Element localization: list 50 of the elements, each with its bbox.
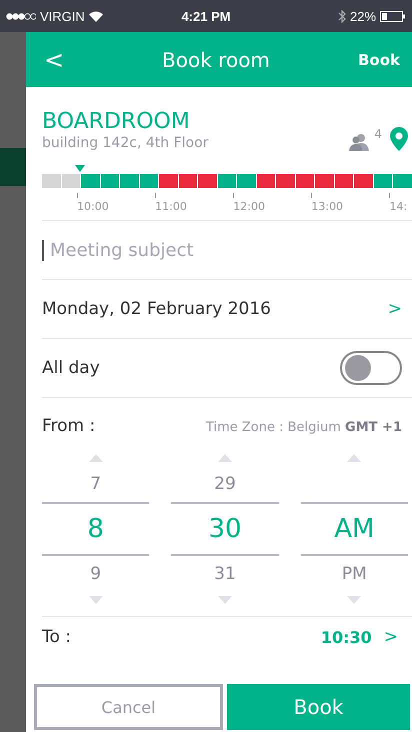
time-slot[interactable]: [140, 174, 158, 188]
room-name: BOARDROOM: [42, 109, 191, 135]
time-slot[interactable]: [374, 174, 392, 188]
date-chevron[interactable]: >: [388, 299, 402, 319]
picker-value[interactable]: PM: [300, 556, 408, 592]
from-label: From :: [42, 416, 96, 436]
all-day-label: All day: [42, 358, 101, 378]
date-value[interactable]: Monday, 02 February 2016: [42, 299, 388, 319]
up-arrow-icon[interactable]: [218, 454, 232, 462]
capacity-count: 4: [374, 127, 382, 141]
down-arrow-icon[interactable]: [88, 596, 103, 604]
down-arrow-icon[interactable]: [218, 596, 232, 604]
up-arrow-icon[interactable]: [347, 454, 362, 462]
time-slot[interactable]: [256, 174, 276, 188]
room-location: building 142c, 4th Floor: [42, 135, 210, 151]
book-header-button[interactable]: Book: [358, 50, 400, 68]
time-slot[interactable]: [218, 174, 236, 188]
location-pin-icon[interactable]: [390, 127, 408, 151]
picker-value[interactable]: 29: [171, 466, 279, 502]
all-day-toggle[interactable]: [340, 351, 402, 385]
status-time: 4:21 PM: [181, 8, 231, 24]
battery-icon: [380, 10, 406, 22]
picker-value[interactable]: 30: [171, 502, 279, 556]
current-time-marker-icon: [75, 165, 86, 172]
to-chevron[interactable]: >: [384, 627, 398, 647]
down-arrow-icon[interactable]: [347, 596, 362, 604]
to-time-value[interactable]: 10:30: [320, 628, 372, 646]
hour-tick: 14:: [389, 188, 412, 210]
to-label: To :: [42, 627, 72, 647]
picker-value[interactable]: 8: [42, 502, 150, 556]
picker-value[interactable]: 9: [42, 556, 150, 592]
picker-value[interactable]: 7: [42, 466, 150, 502]
time-slot[interactable]: [178, 174, 198, 188]
picker-value[interactable]: 31: [171, 556, 279, 592]
screen-title: Book room: [161, 48, 271, 72]
book-button[interactable]: Book: [227, 684, 410, 730]
time-slot[interactable]: [296, 174, 314, 188]
battery-percent: 22%: [350, 8, 376, 24]
picker-value[interactable]: AM: [300, 502, 408, 556]
wifi-icon: [88, 10, 103, 22]
back-button[interactable]: <: [44, 46, 74, 74]
cancel-button[interactable]: Cancel: [34, 684, 223, 730]
time-slot[interactable]: [334, 174, 354, 188]
people-icon: [348, 133, 370, 151]
carrier-name: VIRGIN: [40, 8, 85, 24]
signal-icon: [6, 12, 36, 20]
up-arrow-icon[interactable]: [88, 454, 103, 462]
time-zone-label: Time Zone : Belgium GMT +1: [206, 420, 402, 435]
bluetooth-icon: [338, 10, 346, 22]
time-slot[interactable]: [100, 174, 120, 188]
